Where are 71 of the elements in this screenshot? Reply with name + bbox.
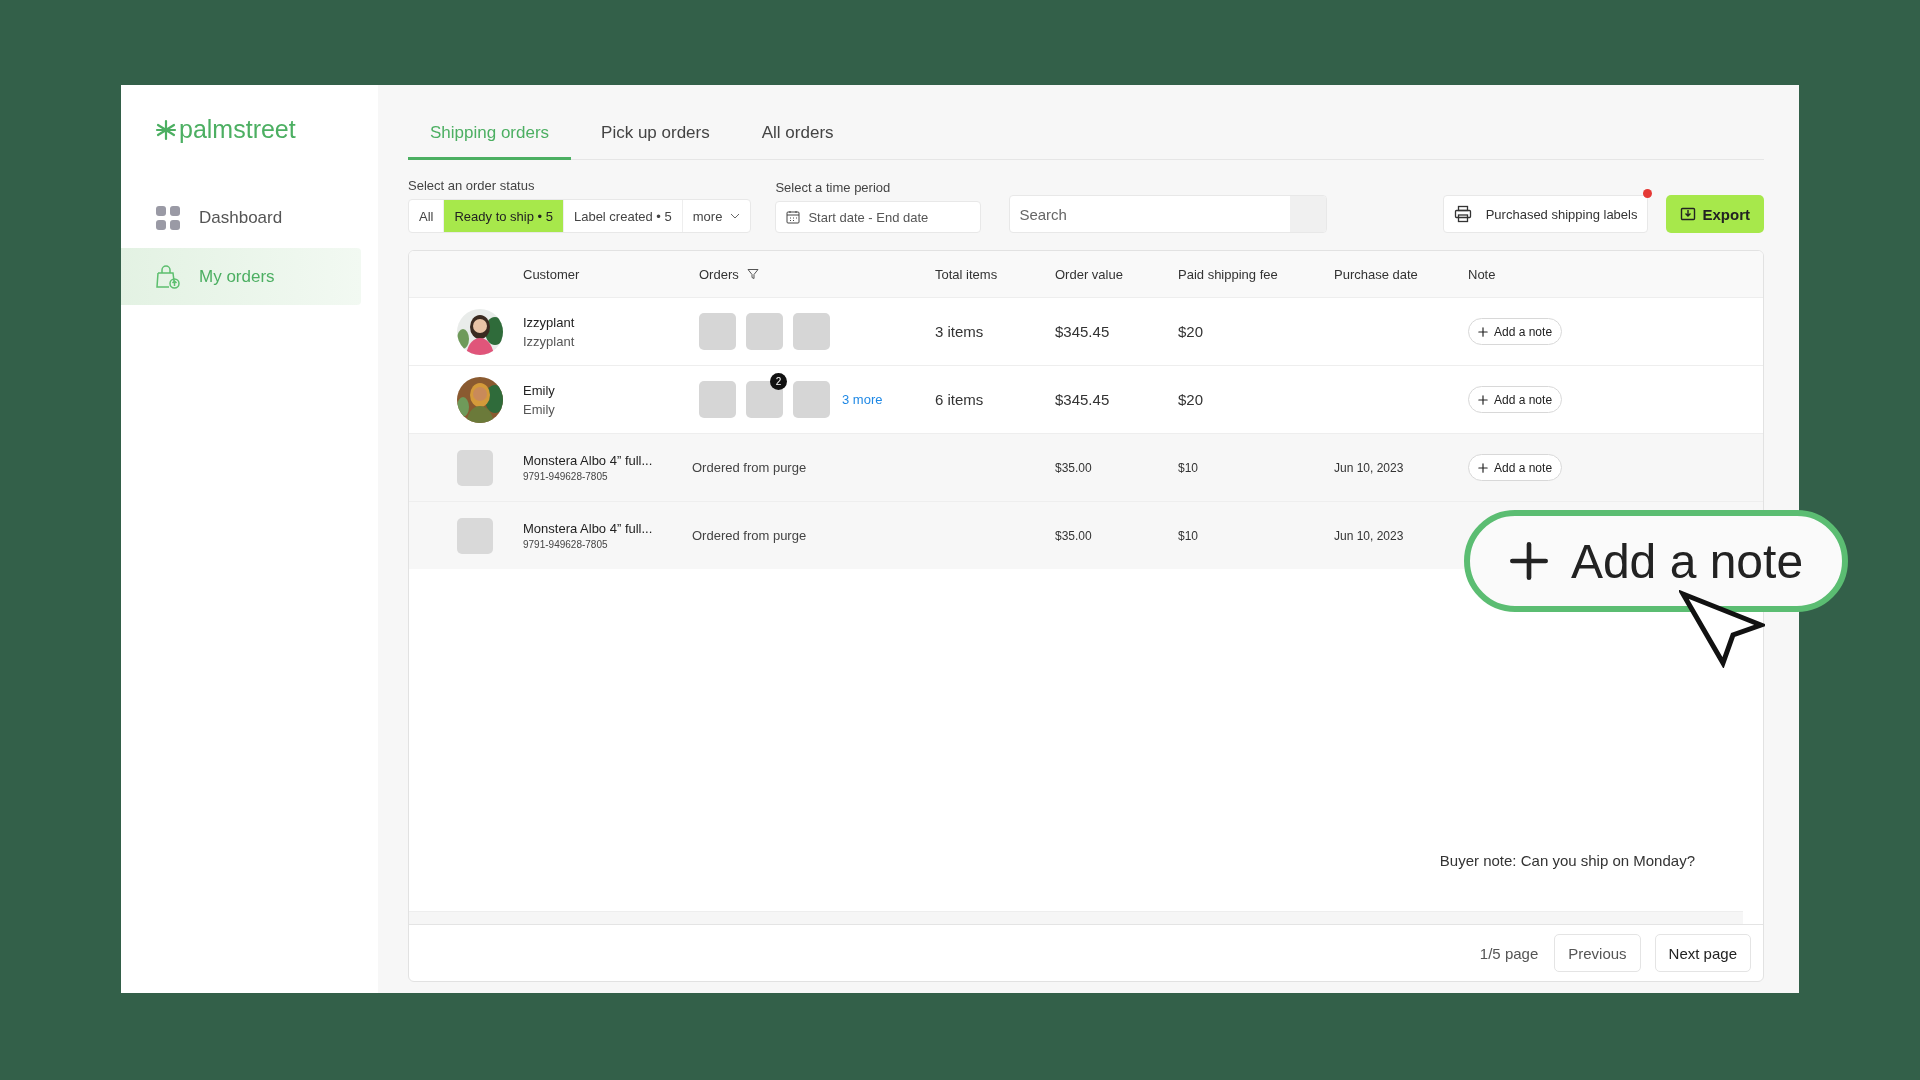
shipping-fee: $10 <box>1178 528 1200 543</box>
shipping-fee: $10 <box>1178 460 1200 475</box>
add-note-button[interactable]: Add a note <box>1468 386 1563 413</box>
plus-icon <box>1478 394 1488 405</box>
next-page-button[interactable]: Next page <box>1654 934 1751 972</box>
download-icon <box>1680 206 1697 222</box>
search-field[interactable]: Search <box>1009 195 1328 233</box>
customer-name: Izzyplant <box>523 314 576 330</box>
shopping-bag-icon <box>155 263 181 290</box>
customer-username: Izzyplant <box>523 333 576 349</box>
count-badge: 2 <box>770 373 787 390</box>
sidebar-label: My orders <box>199 266 275 287</box>
product-thumbnail[interactable] <box>699 313 736 350</box>
previous-button[interactable]: Previous <box>1554 934 1641 972</box>
status-option[interactable]: Ready to ship • 5 <box>444 200 564 232</box>
column-header: Paid shipping fee <box>1178 266 1278 282</box>
product-thumbnail <box>457 517 493 554</box>
product-thumbnail[interactable] <box>793 381 830 418</box>
brand-logo: palmstreet <box>179 115 296 144</box>
total-items: 6 items <box>935 391 985 408</box>
shipping-fee: $20 <box>1178 391 1205 408</box>
order-value: $35.00 <box>1055 460 1093 475</box>
filter-label: Select an order status <box>408 178 536 193</box>
column-header: Total items <box>935 266 998 282</box>
status-option[interactable]: Label created • 5 <box>563 200 683 232</box>
plus-icon <box>1478 326 1488 337</box>
scrollbar[interactable] <box>409 911 1743 924</box>
purchase-date: Jun 10, 2023 <box>1334 460 1405 475</box>
sidebar-label: Dashboard <box>199 207 283 228</box>
customer-name: Emily <box>523 382 556 398</box>
order-number: 9791-949628-7805 <box>523 539 609 550</box>
customer-username: Emily <box>523 401 556 417</box>
order-source: Ordered from purge <box>692 460 808 475</box>
more-dropdown[interactable]: more <box>682 200 751 232</box>
order-source: Ordered from purge <box>692 528 808 543</box>
order-value: $345.45 <box>1055 391 1111 408</box>
shipping-labels-button[interactable]: Purchased shipping labels <box>1442 195 1649 233</box>
calendar-icon <box>786 210 801 224</box>
date-range-field[interactable]: Start date - End date <box>775 201 982 233</box>
column-header: Customer <box>523 266 580 282</box>
order-value: $345.45 <box>1055 323 1111 340</box>
grid-icon <box>155 204 181 231</box>
page-indicator: 1/5 page <box>1479 944 1539 962</box>
filter-label: Select a time period <box>775 180 892 195</box>
order-value: $35.00 <box>1055 528 1093 543</box>
shipping-fee: $20 <box>1178 323 1205 340</box>
column-header: Note <box>1468 266 1496 282</box>
total-items: 3 items <box>935 323 985 340</box>
product-thumbnail[interactable] <box>746 313 783 350</box>
column-header: Purchase date <box>1334 266 1418 282</box>
purchase-date: Jun 10, 2023 <box>1334 528 1405 543</box>
tab[interactable]: All orders <box>739 115 856 160</box>
product-thumbnail <box>457 449 493 486</box>
add-note-button[interactable]: Add a note <box>1468 454 1563 481</box>
product-thumbnail[interactable] <box>699 381 736 418</box>
tab[interactable]: Pick up orders <box>579 115 732 160</box>
chevron-down-icon <box>730 211 741 221</box>
plus-icon <box>1508 541 1549 581</box>
column-header: Order value <box>1055 266 1123 282</box>
more-link[interactable]: 3 more <box>842 392 883 407</box>
printer-icon <box>1453 205 1472 223</box>
plus-icon <box>1478 462 1488 473</box>
buyer-note: Buyer note: Can you ship on Monday? <box>1439 852 1695 869</box>
filter-icon[interactable] <box>746 268 759 280</box>
column-header[interactable]: Orders <box>699 266 759 282</box>
sidebar-item[interactable]: Dashboard <box>121 189 361 246</box>
product-thumbnail[interactable] <box>793 313 830 350</box>
callout-label: Add a note <box>1570 533 1804 589</box>
add-note-button[interactable]: Add a note <box>1468 318 1563 345</box>
export-button[interactable]: Export <box>1666 195 1764 233</box>
order-number: 9791-949628-7805 <box>523 471 609 482</box>
